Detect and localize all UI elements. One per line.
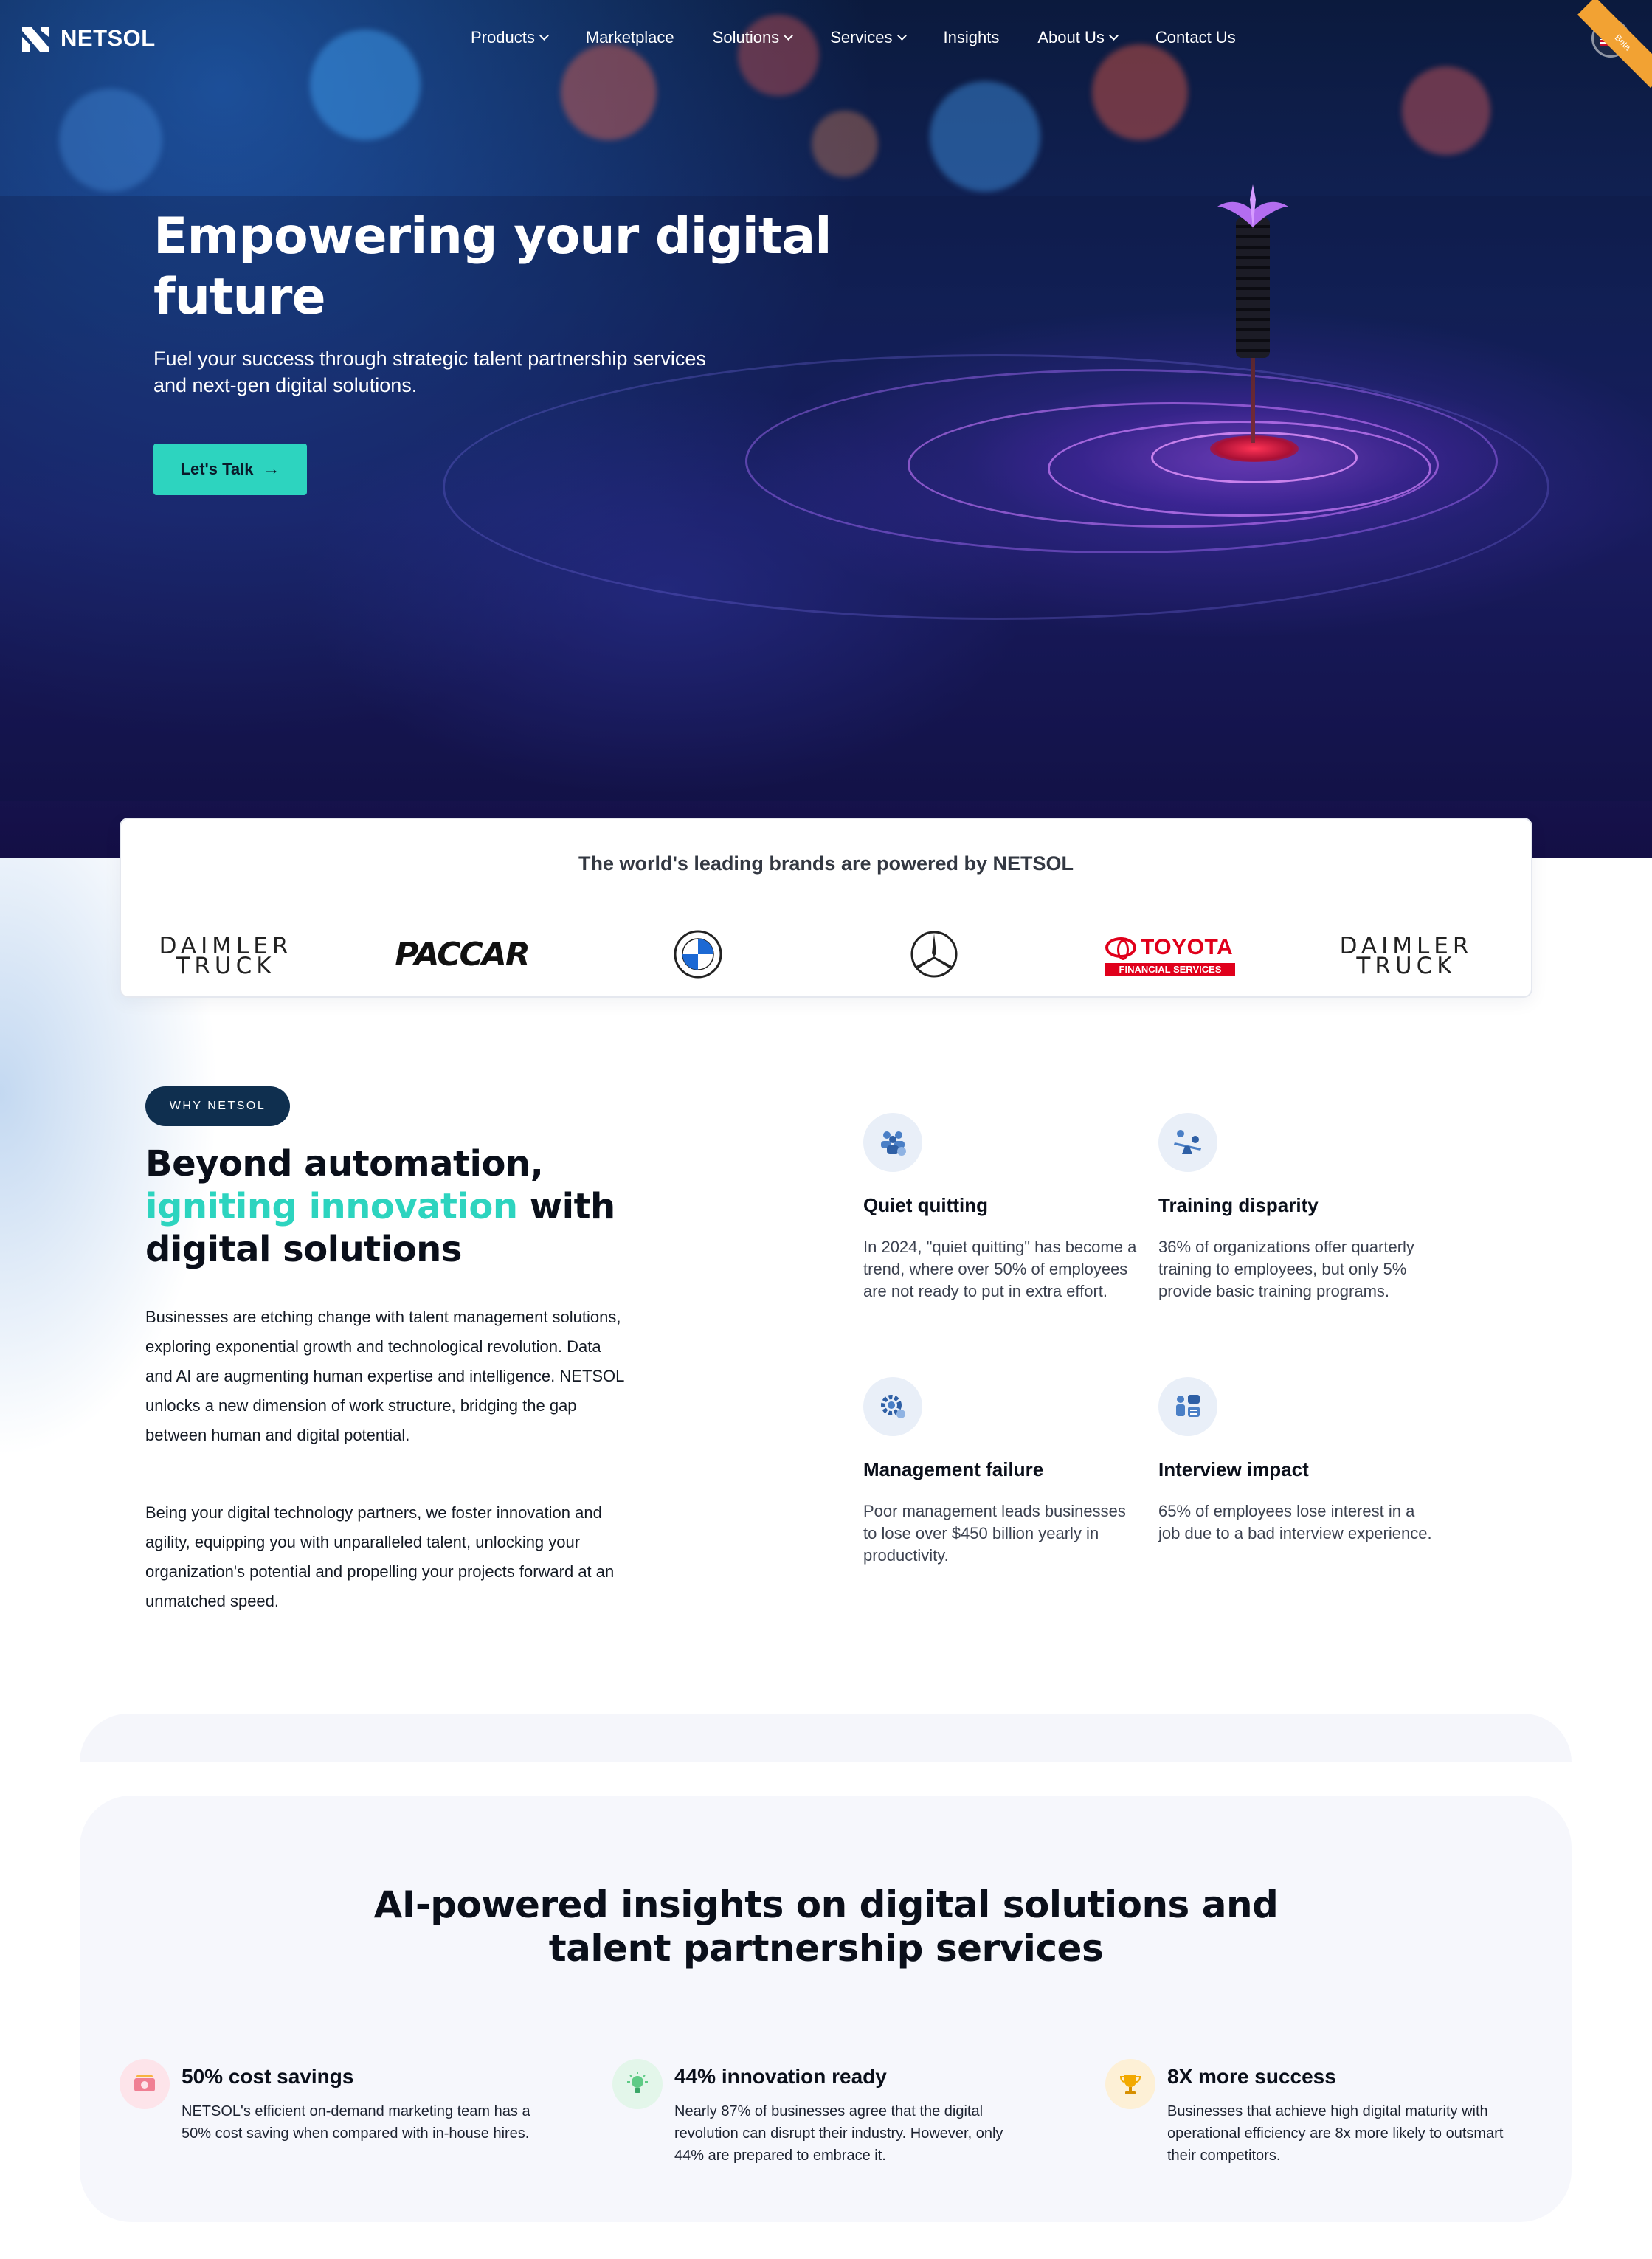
chevron-down-icon bbox=[896, 31, 907, 41]
stat-text: Poor management leads businesses to lose… bbox=[863, 1502, 1126, 1565]
stat-title: Management failure bbox=[863, 1458, 1044, 1480]
gear-user-icon bbox=[881, 1395, 905, 1418]
stat-title: Interview impact bbox=[1158, 1458, 1309, 1480]
brand-logo-mercedes bbox=[853, 930, 1015, 979]
brand-logo-bmw: BMW bbox=[617, 930, 779, 979]
lets-talk-label: Let's Talk bbox=[180, 460, 254, 478]
stat-text: 36% of organizations offer quarterly tra… bbox=[1158, 1238, 1414, 1300]
netsol-logo[interactable]: NETSOL bbox=[21, 24, 156, 53]
nav-services-label: Services bbox=[830, 28, 893, 46]
card-text: Nearly 87% of businesses agree that the … bbox=[674, 2103, 1003, 2164]
stat-icon-wrap bbox=[1158, 1377, 1217, 1436]
why-title-part1: Beyond automation, bbox=[145, 1143, 544, 1184]
stat-text: 65% of employees lose interest in a job … bbox=[1158, 1502, 1432, 1542]
chevron-down-icon bbox=[539, 31, 549, 41]
stat-icon-wrap bbox=[863, 1377, 922, 1436]
stat-icon-wrap bbox=[1158, 1113, 1217, 1172]
nav-products[interactable]: Products bbox=[471, 28, 549, 47]
insights-title: AI-powered insights on digital solutions… bbox=[0, 1883, 1652, 1970]
nav-contact-us-label: Contact Us bbox=[1155, 28, 1236, 46]
stat-quiet-quitting: Quiet quitting In 2024, "quiet quitting"… bbox=[863, 1113, 1144, 1303]
daimler-truck-logo: DAIMLER TRUCK bbox=[1336, 934, 1476, 979]
nav-products-label: Products bbox=[471, 28, 535, 46]
card-icon-wrap bbox=[1105, 2059, 1155, 2109]
top-nav: NETSOL Products Marketplace Solutions Se… bbox=[0, 0, 1652, 89]
card-icon-wrap bbox=[612, 2059, 663, 2109]
why-title-accent: igniting innovation bbox=[145, 1186, 518, 1227]
bokeh-light bbox=[1402, 66, 1490, 155]
arrow-right-icon: → bbox=[262, 459, 280, 479]
seesaw-icon bbox=[1174, 1130, 1201, 1154]
why-paragraph-1: Businesses are etching change with talen… bbox=[145, 1308, 624, 1444]
main-menu: Products Marketplace Solutions Services … bbox=[471, 28, 1274, 47]
hero-section: NETSOL Products Marketplace Solutions Se… bbox=[0, 0, 1652, 858]
beta-ribbon: Beta bbox=[1577, 0, 1652, 89]
nav-solutions-label: Solutions bbox=[712, 28, 780, 46]
brands-strip: The world's leading brands are powered b… bbox=[120, 818, 1532, 998]
insights-title-line2: talent partnership services bbox=[548, 1927, 1104, 1970]
svg-text:BMW: BMW bbox=[691, 933, 705, 939]
nav-insights-label: Insights bbox=[943, 28, 1000, 46]
team-icon bbox=[881, 1131, 906, 1156]
chevron-down-icon bbox=[1109, 31, 1119, 41]
nav-marketplace-label: Marketplace bbox=[585, 28, 674, 46]
interview-icon bbox=[1176, 1395, 1200, 1417]
card-text: NETSOL's efficient on-demand marketing t… bbox=[182, 2103, 530, 2142]
daimler-line2: TRUCK bbox=[176, 953, 276, 979]
netsol-logo-icon bbox=[22, 27, 49, 52]
card-title: 50% cost savings bbox=[182, 2065, 354, 2088]
daimler-truck-logo: DAIMLER TRUCK bbox=[156, 934, 296, 979]
toyota-subtitle: FINANCIAL SERVICES bbox=[1105, 963, 1235, 976]
chevron-down-icon bbox=[784, 31, 794, 41]
section-tab-background bbox=[80, 1714, 1572, 1762]
paccar-logo: PACCAR bbox=[395, 935, 530, 973]
mercedes-star-icon bbox=[910, 931, 958, 978]
toyota-emblem-icon bbox=[1105, 937, 1136, 960]
brand-logo-toyota: TOYOTA FINANCIAL SERVICES bbox=[1089, 930, 1251, 979]
card-icon-wrap bbox=[120, 2059, 170, 2109]
trophy-icon bbox=[1119, 2075, 1141, 2094]
stat-icon-wrap bbox=[863, 1113, 922, 1172]
stat-title: Training disparity bbox=[1158, 1194, 1319, 1216]
nav-insights[interactable]: Insights bbox=[944, 28, 1000, 47]
nav-about-us[interactable]: About Us bbox=[1037, 28, 1119, 47]
brand-logo-daimler-truck-2: DAIMLER TRUCK bbox=[1325, 930, 1487, 979]
bokeh-light bbox=[930, 81, 1040, 192]
why-paragraph-2: Being your digital technology partners, … bbox=[145, 1503, 615, 1610]
toyota-financial-logo: TOYOTA FINANCIAL SERVICES bbox=[1105, 932, 1235, 976]
brand-logo-paccar: PACCAR bbox=[381, 930, 543, 979]
bokeh-light bbox=[812, 111, 878, 177]
stat-management-failure: Management failure Poor management leads… bbox=[863, 1377, 1144, 1567]
money-icon bbox=[134, 2075, 155, 2091]
nav-services[interactable]: Services bbox=[830, 28, 907, 47]
brands-title: The world's leading brands are powered b… bbox=[578, 852, 1074, 875]
card-title: 44% innovation ready bbox=[674, 2065, 887, 2088]
nav-about-us-label: About Us bbox=[1037, 28, 1105, 46]
nav-marketplace[interactable]: Marketplace bbox=[586, 28, 674, 47]
bmw-logo-icon: BMW bbox=[674, 930, 722, 979]
nav-solutions[interactable]: Solutions bbox=[712, 28, 794, 47]
stat-training-disparity: Training disparity 36% of organizations … bbox=[1158, 1113, 1439, 1303]
stat-text: In 2024, "quiet quitting" has become a t… bbox=[863, 1238, 1137, 1300]
hero-subtitle: Fuel your success through strategic tale… bbox=[153, 348, 706, 396]
nav-contact-us[interactable]: Contact Us bbox=[1155, 28, 1236, 47]
why-title: Beyond automation, igniting innovation w… bbox=[145, 1142, 677, 1271]
brand-logo-daimler-truck: DAIMLER TRUCK bbox=[145, 930, 307, 979]
why-netsol-badge: WHY NETSOL bbox=[145, 1086, 290, 1126]
logo-text: NETSOL bbox=[61, 25, 156, 51]
daimler-line2: TRUCK bbox=[1356, 953, 1456, 979]
hero-title: Empowering your digital future bbox=[153, 207, 832, 326]
dart-flight-icon bbox=[1217, 184, 1288, 229]
stat-title: Quiet quitting bbox=[863, 1194, 988, 1216]
bokeh-light bbox=[59, 89, 162, 192]
lightbulb-icon bbox=[627, 2072, 648, 2093]
insights-title-line1: AI-powered insights on digital solutions… bbox=[373, 1883, 1279, 1926]
toyota-top: TOYOTA bbox=[1105, 935, 1235, 960]
lets-talk-button[interactable]: Let's Talk → bbox=[153, 444, 307, 495]
card-title: 8X more success bbox=[1167, 2065, 1336, 2088]
dart-barrel bbox=[1236, 218, 1270, 358]
toyota-wordmark: TOYOTA bbox=[1141, 935, 1234, 959]
stat-interview-impact: Interview impact 65% of employees lose i… bbox=[1158, 1377, 1439, 1545]
card-text: Businesses that achieve high digital mat… bbox=[1167, 2103, 1504, 2164]
